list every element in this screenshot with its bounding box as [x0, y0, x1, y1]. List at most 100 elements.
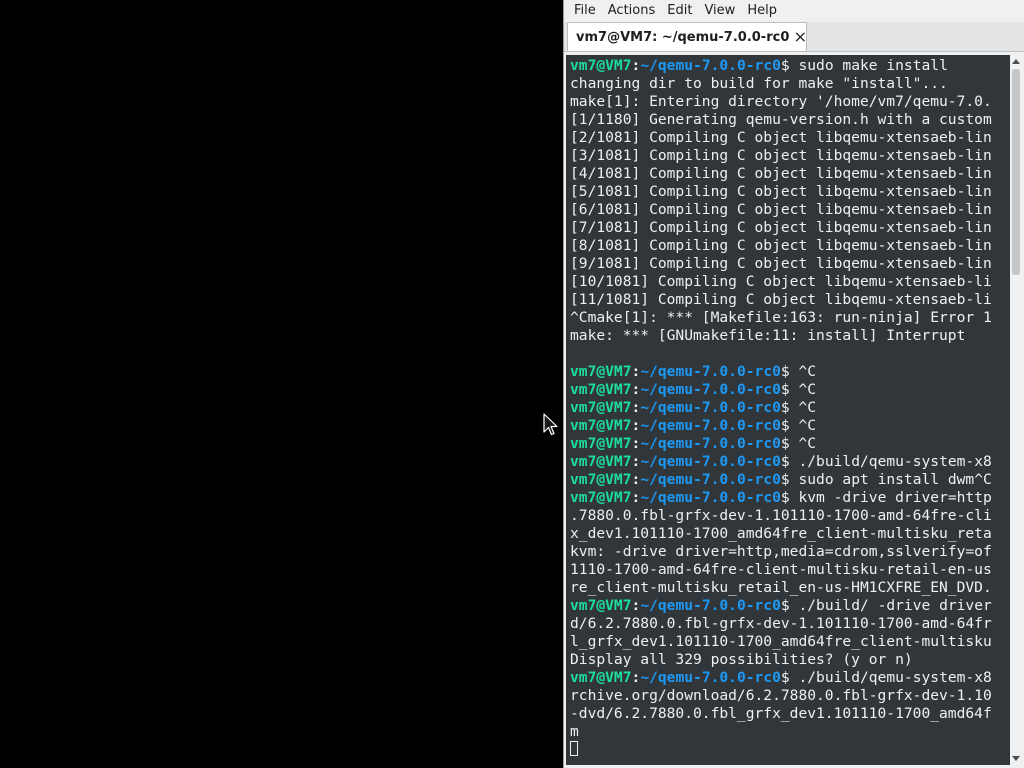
- prompt-path: ~/qemu-7.0.0-rc0: [640, 435, 781, 452]
- line-text: ^Cmake[1]: *** [Makefile:163: run-ninja]…: [570, 309, 992, 326]
- line-text: ./build/qemu-system-x8: [789, 453, 992, 470]
- terminal-line: vm7@VM7:~/qemu-7.0.0-rc0$ ^C: [570, 435, 1010, 453]
- terminal-line: vm7@VM7:~/qemu-7.0.0-rc0$ ./build/ -driv…: [570, 597, 1010, 615]
- prompt-colon: :: [631, 489, 641, 506]
- scrollbar-thumb[interactable]: [1012, 69, 1020, 275]
- prompt-path: ~/qemu-7.0.0-rc0: [640, 381, 781, 398]
- line-text: [1/1180] Generating qemu-version.h with …: [570, 111, 992, 128]
- terminal-line: x_dev1.101110-1700_amd64fre_client-multi…: [570, 525, 1010, 543]
- line-text: [8/1081] Compiling C object libqemu-xten…: [570, 237, 992, 254]
- terminal-window: File Actions Edit View Help vm7@VM7: ~/q…: [563, 0, 1024, 768]
- line-text: 1110-1700-amd-64fre-client-multisku-reta…: [570, 561, 992, 578]
- line-text: [2/1081] Compiling C object libqemu-xten…: [570, 129, 992, 146]
- prompt-dollar: $: [780, 417, 790, 434]
- line-text: changing dir to build for make "install"…: [570, 75, 948, 92]
- terminal-line: re_client-multisku_retail_en-us-HM1CXFRE…: [570, 579, 1010, 597]
- line-text: rchive.org/download/6.2.7880.0.fbl-grfx-…: [570, 687, 992, 704]
- terminal-input-line[interactable]: [570, 741, 1010, 759]
- prompt-user: vm7@VM7: [570, 597, 632, 614]
- terminal-line: [9/1081] Compiling C object libqemu-xten…: [570, 255, 1010, 273]
- prompt-path: ~/qemu-7.0.0-rc0: [640, 471, 781, 488]
- terminal-line: vm7@VM7:~/qemu-7.0.0-rc0$ kvm -drive dri…: [570, 489, 1010, 507]
- prompt-user: vm7@VM7: [570, 453, 632, 470]
- line-text: kvm: -drive driver=http,media=cdrom,sslv…: [570, 543, 992, 560]
- prompt-dollar: $: [780, 399, 790, 416]
- terminal-line: [11/1081] Compiling C object libqemu-xte…: [570, 291, 1010, 309]
- line-text: ./build/qemu-system-x8: [789, 669, 992, 686]
- prompt-path: ~/qemu-7.0.0-rc0: [640, 363, 781, 380]
- tab-bar: vm7@VM7: ~/qemu-7.0.0-rc0: [564, 22, 1024, 52]
- prompt-colon: :: [631, 417, 641, 434]
- terminal-line: [10/1081] Compiling C object libqemu-xte…: [570, 273, 1010, 291]
- prompt-user: vm7@VM7: [570, 381, 632, 398]
- scroll-up-arrow-icon[interactable]: [1010, 56, 1022, 68]
- prompt-dollar: $: [780, 597, 790, 614]
- line-text: [6/1081] Compiling C object libqemu-xten…: [570, 201, 992, 218]
- terminal-lines: vm7@VM7:~/qemu-7.0.0-rc0$ sudo make inst…: [570, 57, 1010, 759]
- terminal-line: make: *** [GNUmakefile:11: install] Inte…: [570, 327, 1010, 345]
- terminal-line: l_grfx_dev1.101110-1700_amd64fre_client-…: [570, 633, 1010, 651]
- prompt-user: vm7@VM7: [570, 417, 632, 434]
- prompt-path: ~/qemu-7.0.0-rc0: [640, 597, 781, 614]
- close-icon[interactable]: [795, 30, 806, 44]
- line-text: .7880.0.fbl-grfx-dev-1.101110-1700-amd-6…: [570, 507, 992, 524]
- terminal-output[interactable]: vm7@VM7:~/qemu-7.0.0-rc0$ sudo make inst…: [566, 55, 1010, 765]
- terminal-line: [7/1081] Compiling C object libqemu-xten…: [570, 219, 1010, 237]
- prompt-dollar: $: [780, 669, 790, 686]
- line-text: ^C: [789, 417, 817, 434]
- line-text: ./build/ -drive driver: [789, 597, 992, 614]
- terminal-line: 1110-1700-amd-64fre-client-multisku-reta…: [570, 561, 1010, 579]
- terminal-tab[interactable]: vm7@VM7: ~/qemu-7.0.0-rc0: [567, 22, 807, 51]
- terminal-line: -dvd/6.2.7880.0.fbl_grfx_dev1.101110-170…: [570, 705, 1010, 723]
- line-text: ^C: [789, 399, 817, 416]
- menu-edit[interactable]: Edit: [661, 0, 698, 21]
- terminal-line: [4/1081] Compiling C object libqemu-xten…: [570, 165, 1010, 183]
- prompt-colon: :: [631, 363, 641, 380]
- prompt-path: ~/qemu-7.0.0-rc0: [640, 489, 781, 506]
- prompt-path: ~/qemu-7.0.0-rc0: [640, 399, 781, 416]
- prompt-user: vm7@VM7: [570, 669, 632, 686]
- tab-title: vm7@VM7: ~/qemu-7.0.0-rc0: [576, 29, 790, 45]
- desktop-background: [0, 0, 563, 768]
- menu-help[interactable]: Help: [741, 0, 783, 21]
- terminal-line: m: [570, 723, 1010, 741]
- line-text: sudo make install: [789, 57, 948, 74]
- prompt-user: vm7@VM7: [570, 399, 632, 416]
- terminal-line: [8/1081] Compiling C object libqemu-xten…: [570, 237, 1010, 255]
- terminal-line: vm7@VM7:~/qemu-7.0.0-rc0$ ./build/qemu-s…: [570, 669, 1010, 687]
- terminal-line: vm7@VM7:~/qemu-7.0.0-rc0$ sudo make inst…: [570, 57, 1010, 75]
- line-text: [11/1081] Compiling C object libqemu-xte…: [570, 291, 992, 308]
- prompt-path: ~/qemu-7.0.0-rc0: [640, 57, 781, 74]
- menu-actions[interactable]: Actions: [602, 0, 662, 21]
- menu-bar: File Actions Edit View Help: [564, 0, 1024, 21]
- line-text: ^C: [789, 435, 817, 452]
- terminal-line: vm7@VM7:~/qemu-7.0.0-rc0$ ^C: [570, 381, 1010, 399]
- prompt-user: vm7@VM7: [570, 435, 632, 452]
- terminal-line: .7880.0.fbl-grfx-dev-1.101110-1700-amd-6…: [570, 507, 1010, 525]
- prompt-colon: :: [631, 57, 641, 74]
- prompt-dollar: $: [780, 435, 790, 452]
- line-text: m: [570, 723, 579, 740]
- prompt-user: vm7@VM7: [570, 489, 632, 506]
- prompt-dollar: $: [780, 489, 790, 506]
- terminal-line: vm7@VM7:~/qemu-7.0.0-rc0$ ^C: [570, 399, 1010, 417]
- prompt-colon: :: [631, 597, 641, 614]
- prompt-user: vm7@VM7: [570, 471, 632, 488]
- line-text: [7/1081] Compiling C object libqemu-xten…: [570, 219, 992, 236]
- terminal-line: Display all 329 possibilities? (y or n): [570, 651, 1010, 669]
- terminal-line: vm7@VM7:~/qemu-7.0.0-rc0$ ./build/qemu-s…: [570, 453, 1010, 471]
- line-text: [5/1081] Compiling C object libqemu-xten…: [570, 183, 992, 200]
- terminal-line: changing dir to build for make "install"…: [570, 75, 1010, 93]
- menu-file[interactable]: File: [564, 0, 602, 21]
- scroll-down-arrow-icon[interactable]: [1010, 752, 1022, 764]
- menu-view[interactable]: View: [698, 0, 741, 21]
- terminal-line: vm7@VM7:~/qemu-7.0.0-rc0$ ^C: [570, 417, 1010, 435]
- text-cursor: [570, 741, 578, 756]
- terminal-line: make[1]: Entering directory '/home/vm7/q…: [570, 93, 1010, 111]
- prompt-colon: :: [631, 453, 641, 470]
- prompt-path: ~/qemu-7.0.0-rc0: [640, 453, 781, 470]
- terminal-line: ^Cmake[1]: *** [Makefile:163: run-ninja]…: [570, 309, 1010, 327]
- line-text: kvm -drive driver=http: [789, 489, 992, 506]
- vertical-scrollbar[interactable]: [1010, 55, 1022, 765]
- line-text: ^C: [789, 381, 817, 398]
